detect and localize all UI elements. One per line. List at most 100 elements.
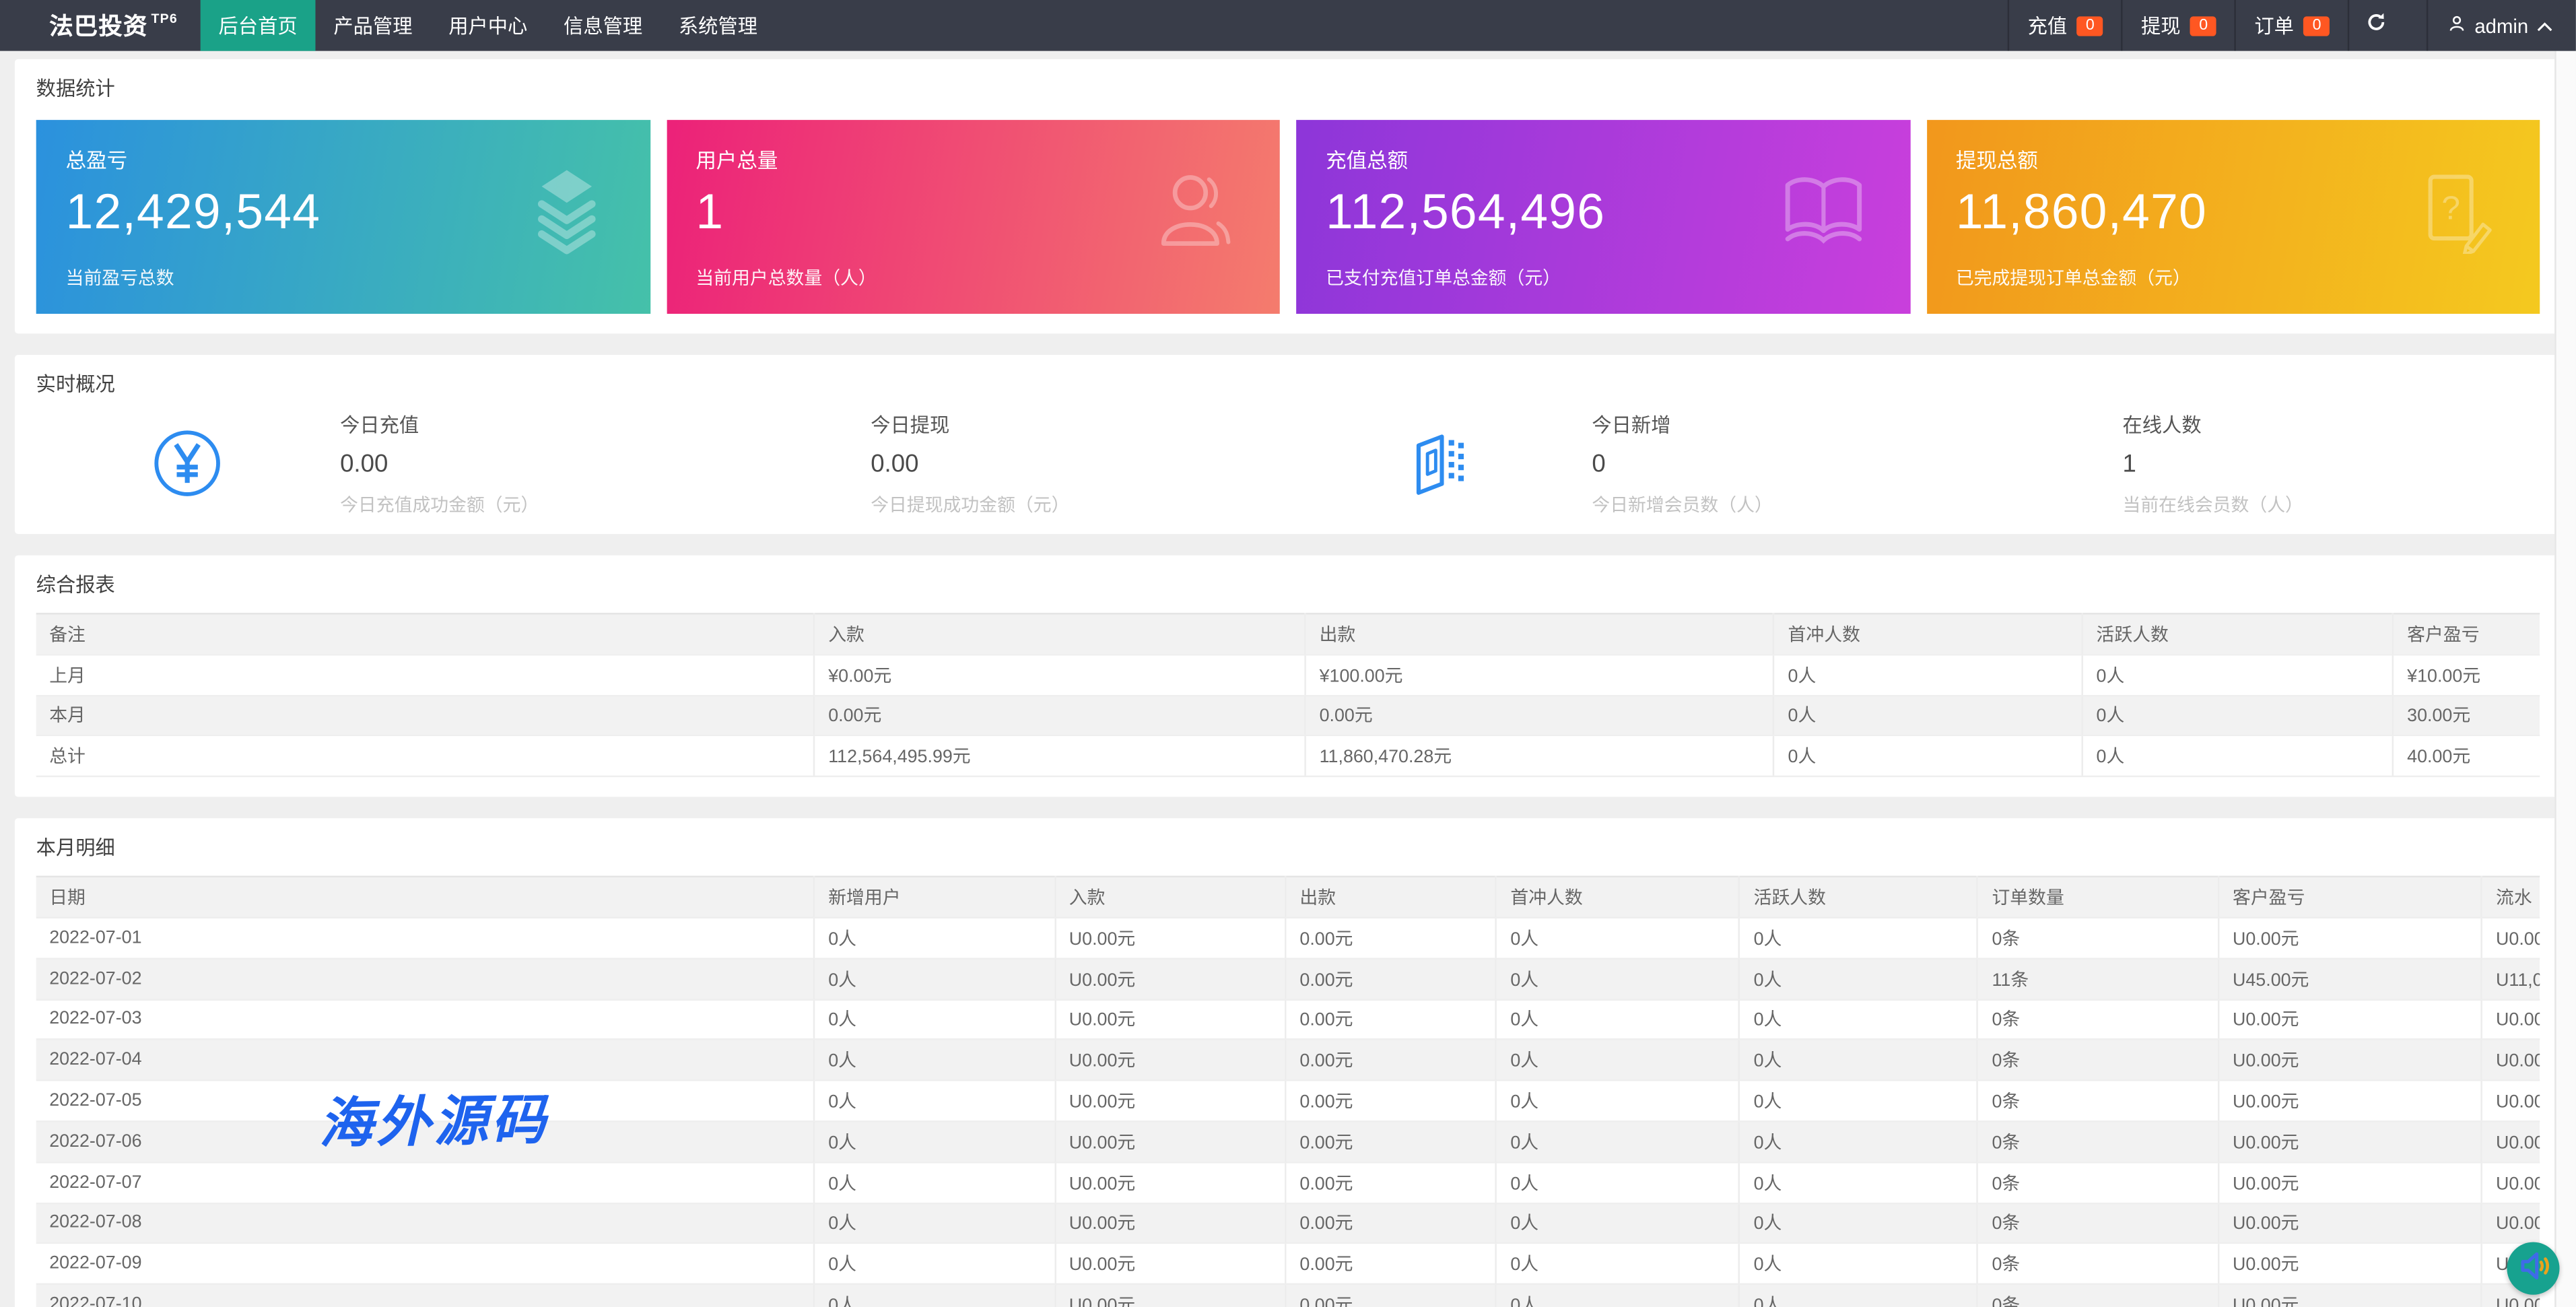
table-cell: 2022-07-01 (36, 917, 815, 960)
table-cell: 0人 (1739, 1080, 1979, 1122)
building-icon (1403, 430, 1475, 496)
table-cell: U0.00元 (2482, 1162, 2540, 1204)
brand-logo[interactable]: 法巴投资 TP6 (0, 0, 201, 51)
stat-value: 0.00 (340, 449, 388, 477)
stat-desc: 今日提现成功金额（元） (871, 495, 1070, 515)
stat-card-total-profit: 总盈亏 12,429,544 当前盈亏总数 (36, 120, 650, 314)
table-cell: 2022-07-10 (36, 1284, 815, 1307)
table-cell: 0人 (1496, 917, 1741, 960)
table-cell: 0人 (1739, 917, 1979, 960)
column-header: 备注 (36, 613, 815, 656)
document-question-icon: ? (2415, 172, 2497, 262)
count-badge: 0 (2190, 15, 2217, 36)
table-cell: U0.00元 (1055, 917, 1287, 960)
quick-counter[interactable]: 订单 0 (2235, 0, 2348, 51)
table-cell: 0条 (1977, 1162, 2220, 1204)
table-cell: U0.00元 (2218, 1121, 2483, 1163)
stat-label: 今日新增 (1592, 413, 1671, 436)
refresh-button[interactable] (2348, 0, 2404, 51)
table-cell: U0.00元 (2482, 1080, 2540, 1122)
table-cell: 0.00元 (1285, 1040, 1497, 1081)
card-label: 充值总额 (1326, 149, 1409, 173)
sound-toggle-button[interactable] (2507, 1241, 2560, 1294)
username: admin (2474, 13, 2529, 37)
table-row: 2022-07-060人U0.00元0.00元0人0人0条U0.00元U0.00… (36, 1121, 2540, 1163)
table-row: 上月 ¥0.00元 ¥100.00元 0人 0人 ¥10.00元 (36, 654, 2540, 696)
header-row: 备注 入款 出款 首冲人数 活跃人数 客户盈亏 (36, 613, 2540, 656)
quick-counter[interactable]: 提现 0 (2121, 0, 2235, 51)
stat-value: 0.00 (871, 449, 919, 477)
table-cell: 0人 (1739, 1121, 1979, 1163)
count-badge: 0 (2303, 15, 2330, 36)
table-cell: 0.00元 (1305, 695, 1775, 737)
scrollbar[interactable] (2554, 51, 2576, 1307)
table-cell: 0人 (1496, 1080, 1741, 1122)
table-cell: 0人 (814, 1040, 1056, 1081)
stat-card-total-recharge: 充值总额 112,564,496 已支付充值订单总金额（元） (1296, 120, 1910, 314)
quick-counters: 充值 0 提现 0 订单 0 (2008, 0, 2348, 51)
column-header: 流水 (2482, 877, 2540, 918)
menu-item[interactable]: 产品管理 (316, 0, 431, 51)
user-menu[interactable]: admin (2427, 0, 2576, 51)
table-cell: 0人 (814, 917, 1056, 960)
table-cell: U0.00元 (1055, 1040, 1287, 1081)
column-header: 首冲人数 (1496, 877, 1741, 918)
table-cell: 0条 (1977, 1284, 2220, 1307)
table-cell: U0.00元 (1055, 1080, 1287, 1122)
stat-desc: 今日充值成功金额（元） (340, 495, 539, 515)
table-cell: 0人 (1773, 654, 2083, 696)
table-row: 2022-07-070人U0.00元0.00元0人0人0条U0.00元U0.00… (36, 1162, 2540, 1204)
header-row: 日期 新增用户 入款 出款 首冲人数 活跃人数 订单数量 客户盈亏 流水 (36, 877, 2540, 918)
table-cell: 11条 (1977, 958, 2220, 1000)
table-cell: 2022-07-04 (36, 1040, 815, 1081)
menu-item[interactable]: 系统管理 (660, 0, 776, 51)
table-cell: 0条 (1977, 1243, 2220, 1285)
quick-counter[interactable]: 充值 0 (2008, 0, 2121, 51)
stat-card-total-withdraw: 提现总额 11,860,470 已完成提现订单总金额（元） ? (1926, 120, 2540, 314)
menu-item[interactable]: 后台首页 (200, 0, 316, 51)
column-header: 出款 (1285, 877, 1497, 918)
realtime-stat-today-withdraw: 今日提现 0.00 今日提现成功金额（元） (871, 410, 1285, 517)
table-cell: 0人 (1496, 1203, 1741, 1244)
column-header: 活跃人数 (2082, 613, 2394, 656)
table-cell: U0.00元 (2482, 917, 2540, 960)
table-cell: 0人 (1496, 1243, 1741, 1285)
table-row: 2022-07-040人U0.00元0.00元0人0人0条U0.00元U0.00… (36, 1040, 2540, 1081)
table-cell: 0人 (1739, 999, 1979, 1041)
table-cell: U0.00元 (2482, 1203, 2540, 1244)
table-cell: 0条 (1977, 1040, 2220, 1081)
menu-item[interactable]: 信息管理 (545, 0, 660, 51)
table-cell: 0条 (1977, 917, 2220, 960)
table-cell: 本月 (36, 695, 815, 737)
table-cell: U0.00元 (2482, 1121, 2540, 1163)
column-header: 入款 (814, 613, 1307, 656)
month-detail-panel: 本月明细 日期 新增用户 入款 出款 首冲人数 活跃人数 订单数量 客户盈亏 流水 2022-07… (14, 818, 2561, 1307)
table-cell: 2022-07-08 (36, 1203, 815, 1244)
realtime-group-members: 今日新增 0 今日新增会员数（人） 在线人数 1 当前在线会员数（人） (1288, 410, 2540, 517)
realtime-panel-title: 实时概况 (36, 372, 115, 397)
table-cell: 总计 (36, 735, 815, 778)
table-cell: 40.00元 (2393, 735, 2540, 778)
table-cell: 0人 (1496, 1162, 1741, 1204)
table-cell: 0人 (1739, 1040, 1979, 1081)
quick-counter-label: 提现 (2141, 14, 2181, 38)
table-cell: U0.00元 (1055, 1284, 1287, 1307)
menu-item[interactable]: 用户中心 (430, 0, 545, 51)
table-cell: 0人 (1496, 1121, 1741, 1163)
column-header: 订单数量 (1977, 877, 2220, 918)
table-cell: 0条 (1977, 1080, 2220, 1122)
table-cell: U11,000.00元 (2482, 958, 2540, 1000)
table-cell: 0.00元 (1285, 917, 1497, 960)
table-cell: 0人 (814, 1162, 1056, 1204)
table-cell: U0.00元 (2218, 1040, 2483, 1081)
table-cell: 2022-07-02 (36, 958, 815, 1000)
table-cell: 0.00元 (1285, 1162, 1497, 1204)
quick-counter-label: 订单 (2254, 14, 2295, 38)
table-cell: 0人 (1739, 1284, 1979, 1307)
realtime-row: 今日充值 0.00 今日充值成功金额（元） 今日提现 0.00 今日提现成功金额… (36, 410, 2540, 517)
table-cell: 0.00元 (814, 695, 1307, 737)
table-cell: U0.00元 (1055, 1162, 1287, 1204)
table-cell: 0.00元 (1285, 1243, 1497, 1285)
table-cell: U0.00元 (2218, 999, 2483, 1041)
table-cell: U0.00元 (1055, 1243, 1287, 1285)
